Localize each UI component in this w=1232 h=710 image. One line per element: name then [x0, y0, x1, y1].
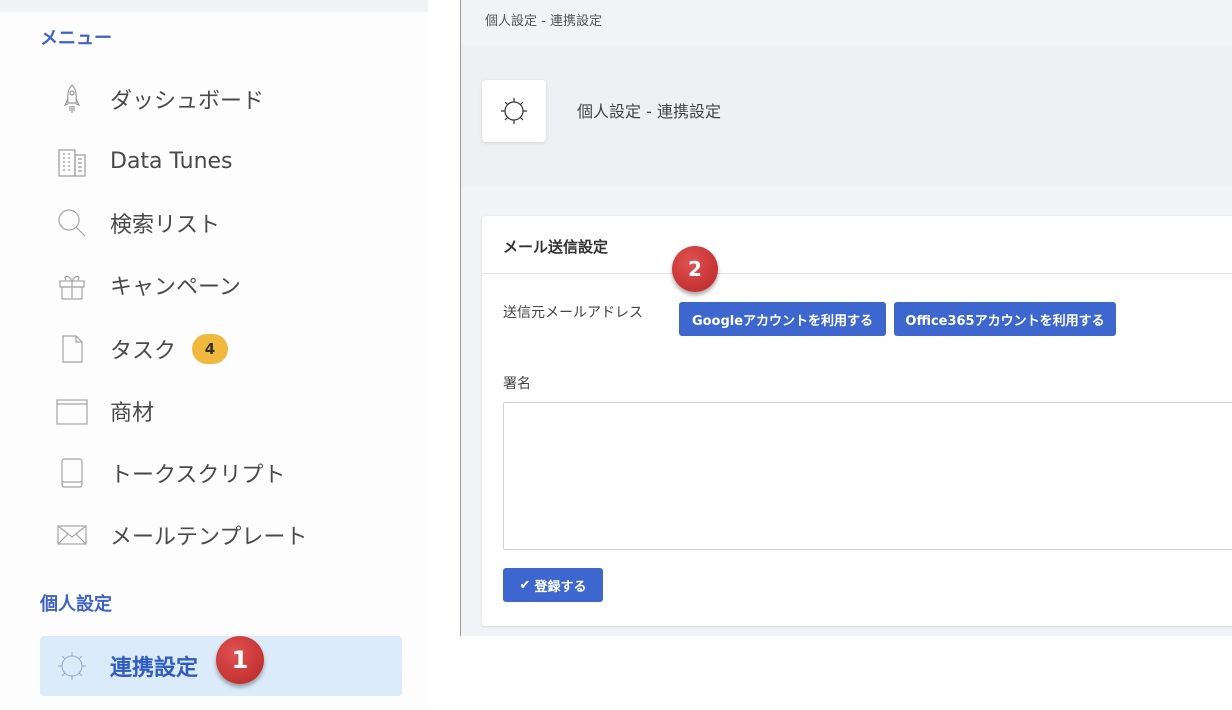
sidebar-item-mail-template[interactable]: メールテンプレート	[40, 510, 400, 560]
mail-settings-card: メール送信設定 2 送信元メールアドレス Googleアカウントを利用する Of…	[482, 216, 1232, 626]
search-icon	[52, 203, 92, 243]
document-icon	[52, 329, 92, 369]
card-title: メール送信設定	[503, 238, 609, 256]
sidebar-item-label: タスク	[110, 339, 177, 364]
building-icon	[52, 141, 92, 181]
sidebar-item-data-tunes[interactable]: Data Tunes	[40, 136, 400, 186]
task-count-badge: 4	[192, 334, 229, 364]
sender-address-label: 送信元メールアドレス	[503, 305, 643, 321]
step-marker-1: 1	[216, 636, 264, 684]
sidebar-item-label: 検索リスト	[110, 213, 221, 238]
menu-section-title: メニュー	[40, 28, 112, 49]
submit-button[interactable]: ✔ 登録する	[503, 568, 603, 602]
sidebar-item-label: トークスクリプト	[110, 463, 286, 488]
signature-label: 署名	[503, 376, 531, 392]
sidebar-item-campaign[interactable]: キャンペーン	[40, 260, 400, 310]
sidebar: メニュー ダッシュボード Data Tunes 検索リスト キャンペーン タスク…	[0, 0, 428, 710]
google-account-button[interactable]: Googleアカウントを利用する	[679, 302, 886, 336]
submit-button-label: 登録する	[534, 579, 587, 595]
sidebar-item-task[interactable]: タスク 4	[40, 324, 400, 374]
gift-icon	[52, 265, 92, 305]
sidebar-item-label: 連携設定	[110, 656, 199, 681]
card-header: メール送信設定	[482, 216, 1232, 274]
gear-icon	[501, 98, 527, 124]
rocket-icon	[52, 79, 92, 119]
sidebar-item-dashboard[interactable]: ダッシュボード	[40, 74, 400, 124]
personal-settings-section-title: 個人設定	[40, 594, 112, 615]
sidebar-item-label: キャンペーン	[110, 275, 241, 300]
sidebar-item-label: ダッシュボード	[110, 89, 265, 114]
sidebar-item-products[interactable]: 商材	[40, 386, 400, 436]
page-icon-box	[482, 80, 546, 142]
check-icon: ✔	[519, 577, 531, 593]
gear-icon	[52, 646, 92, 686]
box-icon	[52, 391, 92, 431]
sidebar-item-talk-script[interactable]: トークスクリプト	[40, 448, 400, 498]
envelope-icon	[52, 515, 92, 555]
breadcrumb: 個人設定 - 連携設定	[485, 14, 602, 29]
sidebar-top-bar	[0, 0, 428, 12]
sidebar-item-label: 商材	[110, 401, 155, 426]
settings-panel: 個人設定 - 連携設定 個人設定 - 連携設定 メール送信設定 2 送信元メール…	[460, 0, 1232, 636]
sidebar-item-label: メールテンプレート	[110, 525, 308, 550]
step-marker-2: 2	[672, 246, 718, 292]
office365-account-button[interactable]: Office365アカウントを利用する	[894, 302, 1116, 336]
page-title: 個人設定 - 連携設定	[577, 102, 721, 121]
sidebar-item-label: Data Tunes	[110, 148, 233, 174]
sidebar-item-search-list[interactable]: 検索リスト	[40, 198, 400, 248]
signature-field[interactable]	[503, 402, 1232, 550]
book-icon	[52, 453, 92, 493]
